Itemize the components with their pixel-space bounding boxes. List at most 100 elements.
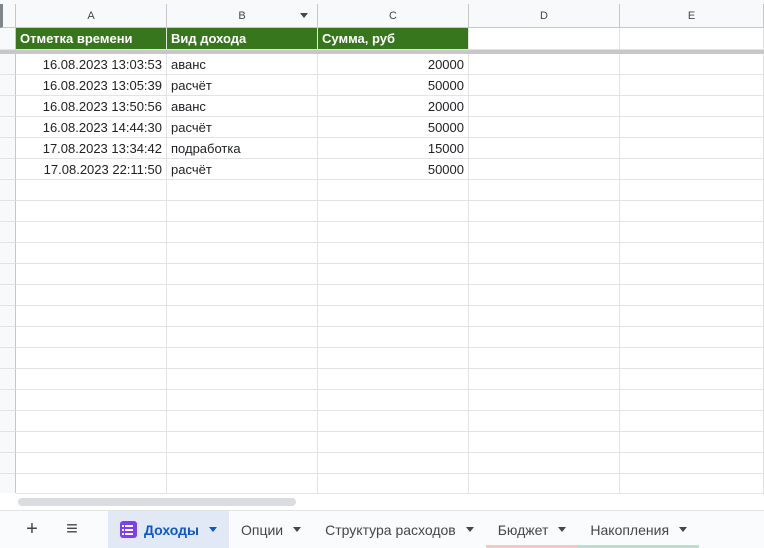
empty-cell[interactable] [16, 243, 167, 264]
empty-cell[interactable] [620, 243, 764, 264]
empty-cell[interactable] [167, 327, 318, 348]
cell-time[interactable]: 16.08.2023 13:03:53 [16, 54, 167, 75]
empty-cell[interactable] [469, 180, 620, 201]
scrollbar-thumb[interactable] [18, 498, 296, 506]
all-sheets-button[interactable]: ≡ [54, 511, 90, 548]
filter-dropdown-icon[interactable] [300, 13, 308, 18]
empty-cell[interactable] [620, 180, 764, 201]
cell-time[interactable]: 16.08.2023 13:50:56 [16, 96, 167, 117]
empty-cell[interactable] [469, 159, 620, 180]
empty-cell[interactable] [620, 96, 764, 117]
empty-cell[interactable] [469, 222, 620, 243]
row-header[interactable] [0, 348, 16, 369]
cell-type[interactable]: аванс [167, 54, 318, 75]
row-header[interactable] [0, 243, 16, 264]
empty-cell[interactable] [620, 159, 764, 180]
empty-cell[interactable] [167, 264, 318, 285]
empty-cell[interactable] [16, 453, 167, 474]
empty-cell[interactable] [620, 411, 764, 432]
empty-cell[interactable] [620, 369, 764, 390]
empty-cell[interactable] [620, 264, 764, 285]
empty-cell[interactable] [469, 138, 620, 159]
tab-opcii[interactable]: Опции [229, 511, 313, 548]
cell-sum[interactable]: 50000 [318, 75, 469, 96]
empty-cell[interactable] [16, 180, 167, 201]
row-header[interactable] [0, 138, 16, 159]
cell-time[interactable]: 16.08.2023 14:44:30 [16, 117, 167, 138]
cell-sum[interactable]: 50000 [318, 117, 469, 138]
empty-cell[interactable] [620, 222, 764, 243]
row-header[interactable] [0, 117, 16, 138]
row-header[interactable] [0, 264, 16, 285]
header-cell-type[interactable]: Вид дохода [167, 28, 318, 50]
chevron-down-icon[interactable] [679, 527, 688, 532]
column-header-d[interactable]: D [469, 4, 620, 28]
empty-cell[interactable] [469, 285, 620, 306]
empty-cell[interactable] [167, 369, 318, 390]
empty-cell[interactable] [620, 306, 764, 327]
chevron-down-icon[interactable] [293, 527, 302, 532]
add-sheet-button[interactable]: + [14, 511, 50, 548]
empty-cell[interactable] [620, 54, 764, 75]
empty-cell[interactable] [167, 411, 318, 432]
empty-cell[interactable] [167, 285, 318, 306]
cell-sum[interactable]: 20000 [318, 96, 469, 117]
cell-time[interactable]: 17.08.2023 22:11:50 [16, 159, 167, 180]
empty-cell[interactable] [620, 28, 764, 50]
row-header[interactable] [0, 432, 16, 453]
empty-cell[interactable] [469, 348, 620, 369]
tab-nakopleniya[interactable]: Накопления [578, 511, 700, 548]
chevron-down-icon[interactable] [465, 527, 474, 532]
cell-type[interactable]: подработка [167, 138, 318, 159]
empty-cell[interactable] [318, 348, 469, 369]
tab-budzhet[interactable]: Бюджет [485, 511, 579, 548]
empty-cell[interactable] [469, 96, 620, 117]
empty-cell[interactable] [620, 327, 764, 348]
spreadsheet-grid[interactable]: A B C D E Отметка времени Вид дохода Сум… [0, 0, 764, 493]
row-header[interactable] [0, 96, 16, 117]
empty-cell[interactable] [16, 306, 167, 327]
cell-type[interactable]: аванс [167, 96, 318, 117]
empty-cell[interactable] [318, 285, 469, 306]
header-cell-time[interactable]: Отметка времени [16, 28, 167, 50]
row-header[interactable] [0, 75, 16, 96]
empty-cell[interactable] [167, 474, 318, 493]
cell-type[interactable]: расчёт [167, 159, 318, 180]
cell-time[interactable]: 17.08.2023 13:34:42 [16, 138, 167, 159]
column-header-c[interactable]: C [318, 4, 469, 28]
empty-cell[interactable] [469, 54, 620, 75]
row-header[interactable] [0, 306, 16, 327]
empty-cell[interactable] [620, 453, 764, 474]
empty-cell[interactable] [469, 327, 620, 348]
empty-cell[interactable] [16, 390, 167, 411]
header-cell-sum[interactable]: Сумма, руб [318, 28, 469, 50]
empty-cell[interactable] [167, 222, 318, 243]
row-header[interactable] [0, 28, 16, 50]
empty-cell[interactable] [469, 432, 620, 453]
empty-cell[interactable] [318, 264, 469, 285]
empty-cell[interactable] [620, 75, 764, 96]
horizontal-scrollbar[interactable] [16, 493, 764, 510]
empty-cell[interactable] [318, 243, 469, 264]
chevron-down-icon[interactable] [209, 527, 217, 532]
empty-cell[interactable] [469, 474, 620, 493]
empty-cell[interactable] [469, 453, 620, 474]
cell-sum[interactable]: 50000 [318, 159, 469, 180]
empty-cell[interactable] [167, 243, 318, 264]
row-header[interactable] [0, 474, 16, 493]
empty-cell[interactable] [16, 432, 167, 453]
empty-cell[interactable] [469, 390, 620, 411]
empty-cell[interactable] [16, 201, 167, 222]
empty-cell[interactable] [318, 222, 469, 243]
column-header-e[interactable]: E [620, 4, 764, 28]
tab-struktura-rashodov[interactable]: Структура расходов [313, 511, 486, 548]
empty-cell[interactable] [620, 285, 764, 306]
empty-cell[interactable] [469, 75, 620, 96]
empty-cell[interactable] [469, 411, 620, 432]
empty-cell[interactable] [620, 138, 764, 159]
empty-cell[interactable] [318, 390, 469, 411]
cell-type[interactable]: расчёт [167, 117, 318, 138]
empty-cell[interactable] [16, 327, 167, 348]
empty-cell[interactable] [318, 327, 469, 348]
cell-type[interactable]: расчёт [167, 75, 318, 96]
